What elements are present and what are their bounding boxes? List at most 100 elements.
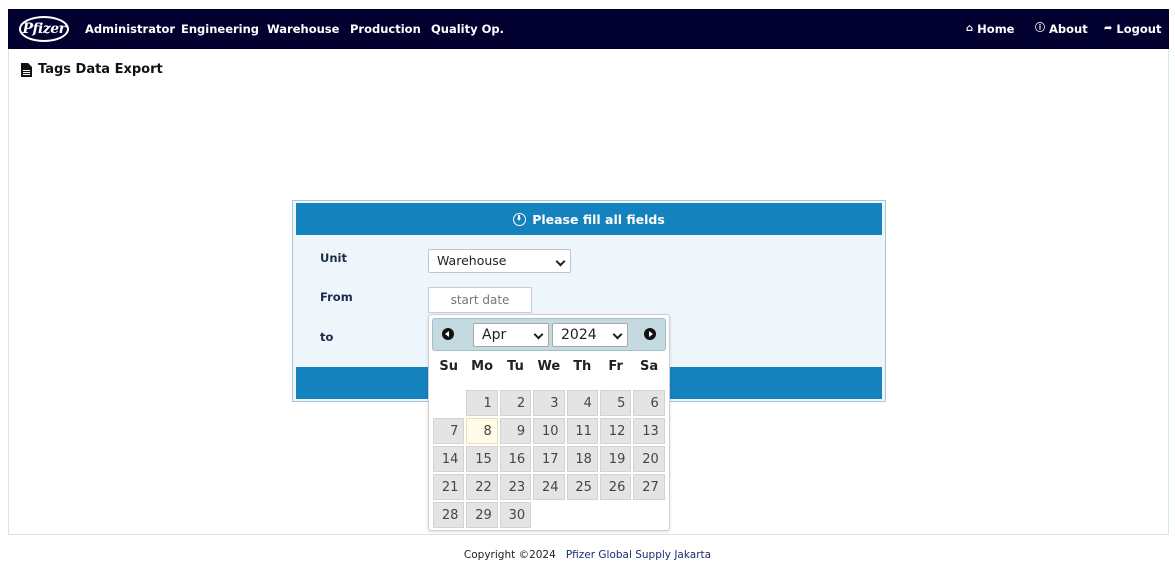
calendar-day-cell[interactable]: 10 (532, 417, 565, 445)
calendar-day[interactable]: 7 (433, 418, 465, 444)
page-title-text: Tags Data Export (38, 62, 163, 77)
calendar-day-cell[interactable]: 17 (532, 445, 565, 473)
document-icon (21, 62, 32, 77)
form-header-text: Please fill all fields (532, 211, 665, 227)
calendar-day[interactable]: 10 (533, 418, 565, 444)
calendar-day[interactable]: 15 (466, 446, 498, 472)
calendar-day[interactable]: 16 (499, 446, 532, 472)
calendar-day[interactable]: 19 (599, 446, 632, 472)
calendar-day-cell[interactable]: 22 (465, 473, 498, 501)
calendar-day[interactable]: 6 (633, 390, 665, 416)
prev-month-icon[interactable] (442, 328, 454, 340)
calendar-week-row: 14 15 16 17 18 19 20 (432, 445, 666, 473)
calendar-day-cell[interactable]: 29 (465, 501, 498, 529)
calendar-week-row: 21 22 23 24 25 26 27 (432, 473, 666, 501)
nav-production[interactable]: Production (350, 9, 421, 49)
next-month-icon[interactable] (644, 328, 656, 340)
unit-select[interactable]: Warehouse (428, 249, 571, 273)
calendar-day[interactable]: 18 (566, 446, 598, 472)
calendar-day-cell[interactable]: 23 (499, 473, 532, 501)
month-select[interactable]: Apr (473, 323, 549, 347)
to-label: to (320, 330, 334, 344)
calendar-day[interactable]: 24 (533, 474, 565, 500)
calendar-day-cell[interactable]: 11 (566, 417, 599, 445)
calendar-day-cell[interactable]: 27 (632, 473, 665, 501)
calendar-day[interactable]: 20 (633, 446, 665, 472)
calendar-day[interactable]: 28 (433, 502, 465, 528)
calendar-day-cell[interactable]: 8 (465, 417, 498, 445)
weekday-label: Su (439, 359, 458, 374)
year-select[interactable]: 2024 (552, 323, 628, 347)
copyright-text: Copyright ©2024 (463, 549, 556, 561)
calendar-day[interactable]: 5 (599, 390, 632, 416)
weekday-label: Th (573, 359, 592, 374)
calendar-day (433, 390, 464, 416)
calendar-day-cell[interactable]: 5 (599, 389, 632, 417)
calendar-day[interactable]: 30 (499, 502, 532, 528)
calendar-day (633, 502, 664, 528)
calendar-day-cell[interactable]: 1 (465, 389, 498, 417)
calendar-day[interactable]: 4 (566, 390, 598, 416)
calendar-day-cell[interactable]: 21 (432, 473, 465, 501)
calendar-day[interactable]: 12 (599, 418, 632, 444)
calendar-day[interactable]: 23 (499, 474, 532, 500)
calendar-day[interactable]: 25 (566, 474, 598, 500)
nav-warehouse[interactable]: Warehouse (267, 9, 339, 49)
calendar-day[interactable]: 26 (599, 474, 632, 500)
calendar-day-cell[interactable]: 15 (465, 445, 498, 473)
calendar-day-cell[interactable]: 13 (632, 417, 665, 445)
nav-logout[interactable]: ➦ Logout (1104, 9, 1161, 49)
calendar-day-cell[interactable]: 30 (499, 501, 532, 529)
calendar-day-cell[interactable]: 24 (532, 473, 565, 501)
calendar-day-cell[interactable]: 9 (499, 417, 532, 445)
calendar-day[interactable]: 17 (533, 446, 565, 472)
calendar-day-cell[interactable]: 25 (566, 473, 599, 501)
calendar-day-cell[interactable]: 26 (599, 473, 632, 501)
calendar-day-cell[interactable]: 2 (499, 389, 532, 417)
calendar-day[interactable]: 3 (533, 390, 565, 416)
calendar-day-cell[interactable]: 16 (499, 445, 532, 473)
calendar-day[interactable]: 29 (466, 502, 498, 528)
calendar-day-cell[interactable]: 20 (632, 445, 665, 473)
weekday-label: Mo (471, 359, 494, 374)
top-navbar: Pfizer Administrator Engineering Warehou… (8, 9, 1169, 49)
calendar-day[interactable]: 14 (433, 446, 465, 472)
calendar-empty-cell (432, 389, 465, 417)
calendar-day[interactable]: 21 (433, 474, 465, 500)
calendar-day[interactable]: 9 (499, 418, 532, 444)
calendar-day-cell[interactable]: 7 (432, 417, 465, 445)
calendar-day-cell[interactable]: 28 (432, 501, 465, 529)
calendar-day-cell[interactable]: 19 (599, 445, 632, 473)
calendar-week-row: 123456 (432, 389, 666, 417)
calendar-day[interactable]: 27 (633, 474, 665, 500)
calendar-day-cell[interactable]: 12 (599, 417, 632, 445)
calendar-day[interactable]: 2 (499, 390, 532, 416)
nav-quality-op[interactable]: Quality Op. (431, 9, 504, 49)
calendar-day-cell[interactable]: 3 (532, 389, 565, 417)
chevron-down-icon (533, 329, 544, 340)
calendar-day-today[interactable]: 8 (466, 418, 498, 444)
calendar-day (533, 502, 564, 528)
company-name: Pfizer Global Supply Jakarta (565, 549, 712, 561)
nav-home[interactable]: ⌂ Home (966, 9, 1014, 49)
nav-about[interactable]: ⓘ About (1035, 9, 1088, 49)
calendar-day[interactable]: 22 (466, 474, 498, 500)
pfizer-logo[interactable]: Pfizer (19, 16, 69, 42)
calendar-day[interactable]: 13 (633, 418, 665, 444)
nav-engineering[interactable]: Engineering (181, 9, 259, 49)
calendar-day-cell[interactable]: 18 (566, 445, 599, 473)
weekday-label: Tu (507, 359, 524, 374)
month-select-value: Apr (482, 327, 507, 343)
start-date-input[interactable]: start date (428, 287, 532, 313)
year-select-value: 2024 (561, 327, 597, 343)
nav-administrator[interactable]: Administrator (85, 9, 175, 49)
calendar-day-cell[interactable]: 14 (432, 445, 465, 473)
weekday-label: We (537, 359, 561, 374)
calendar-day[interactable]: 1 (466, 390, 498, 416)
calendar-day-cell[interactable]: 6 (632, 389, 665, 417)
calendar-day-cell[interactable]: 4 (566, 389, 599, 417)
calendar-day[interactable]: 11 (566, 418, 598, 444)
datepicker-header: Apr 2024 (432, 318, 666, 351)
weekday-header: Su Mo Tu We Th Fr Sa (432, 359, 666, 374)
info-icon: ⓘ (1035, 23, 1045, 34)
